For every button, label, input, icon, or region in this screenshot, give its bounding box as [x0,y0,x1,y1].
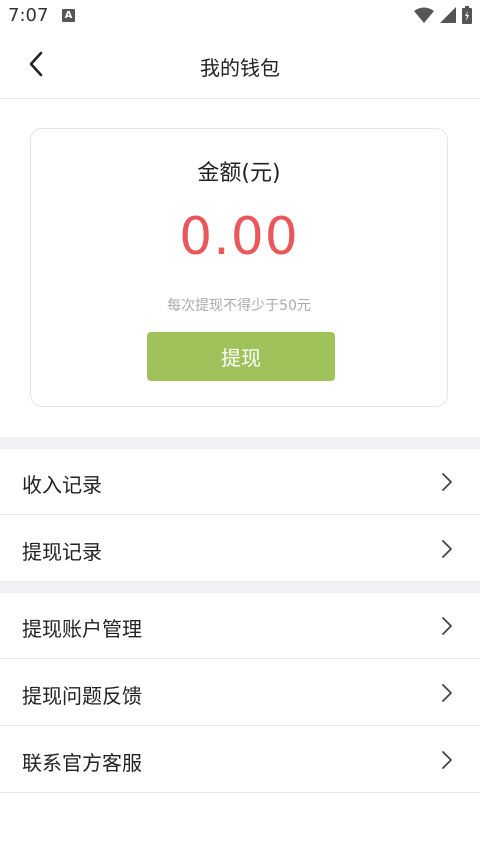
wifi-icon [414,7,434,23]
notification-a-icon: A [62,9,75,22]
status-bar: 7:07 A [0,0,480,32]
status-time: 7:07 [8,5,49,26]
list-item-income-records[interactable]: 收入记录 [0,449,480,515]
battery-icon [462,6,472,24]
section-divider [0,582,480,593]
status-icons [414,6,472,24]
chevron-right-icon [442,473,452,491]
chevron-right-icon [442,684,452,702]
withdraw-button[interactable]: 提现 [147,332,335,381]
list-item-contact-support[interactable]: 联系官方客服 [0,727,480,793]
withdraw-minimum-tip: 每次提现不得少于50元 [167,298,311,314]
chevron-right-icon [442,617,452,635]
list-item-label: 提现账户管理 [22,617,142,641]
signal-icon [440,7,456,23]
list-item-label: 提现记录 [22,540,102,564]
section-divider [0,437,480,449]
app-bar: 我的钱包 [0,32,480,99]
list-item-withdraw-feedback[interactable]: 提现问题反馈 [0,660,480,726]
chevron-right-icon [442,540,452,558]
wallet-card: 金额(元) 0.00 每次提现不得少于50元 提现 [30,128,448,407]
list-item-withdraw-account-management[interactable]: 提现账户管理 [0,593,480,659]
list-item-label: 收入记录 [22,473,102,497]
list-item-withdraw-records[interactable]: 提现记录 [0,516,480,582]
chevron-right-icon [442,751,452,769]
amount-label: 金额(元) [197,161,281,186]
list-item-label: 提现问题反馈 [22,684,142,708]
page-title: 我的钱包 [200,56,280,80]
list-item-label: 联系官方客服 [22,751,142,775]
amount-value: 0.00 [179,207,299,267]
